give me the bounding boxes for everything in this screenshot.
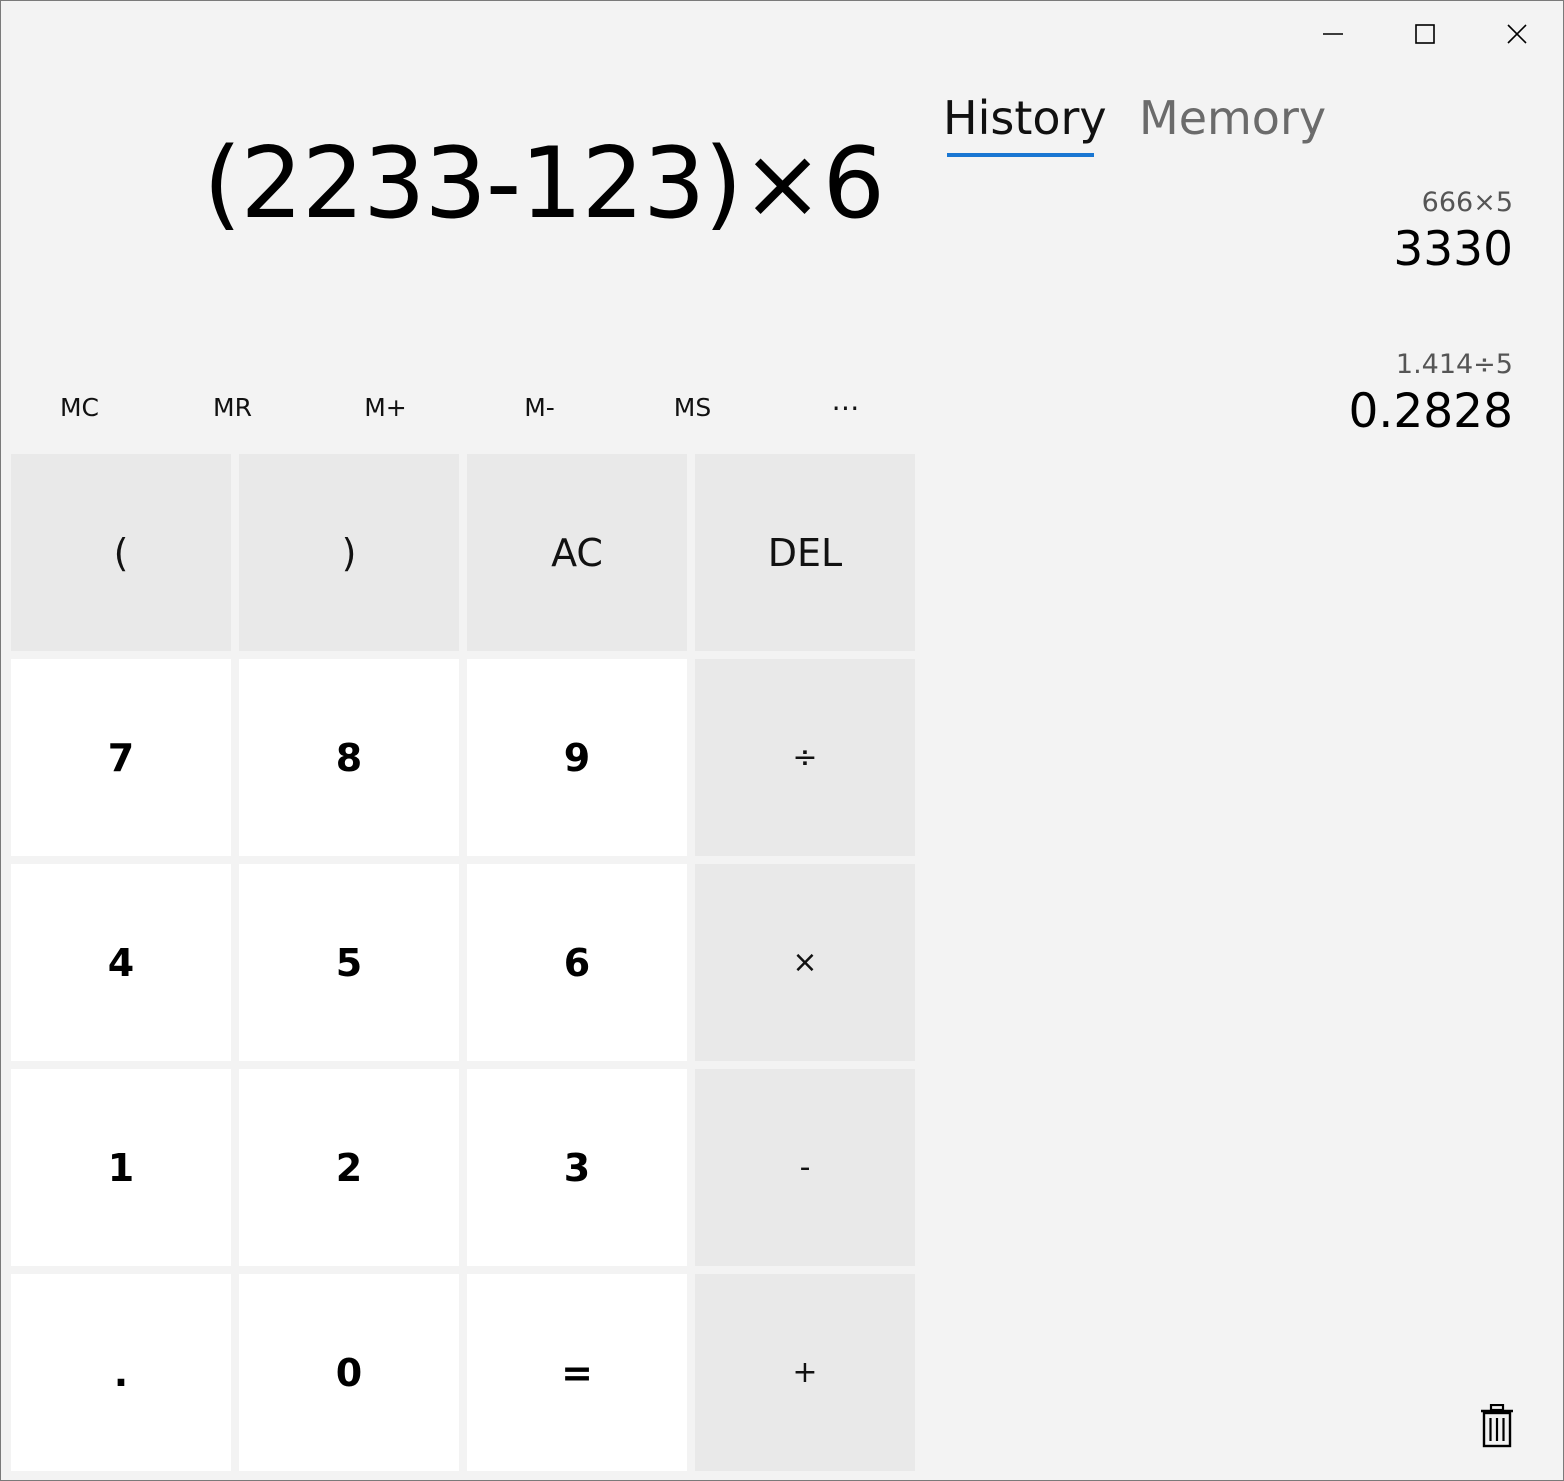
digit-8-key[interactable]: 8 <box>239 659 459 856</box>
divide-key[interactable]: ÷ <box>695 659 915 856</box>
minimize-button[interactable] <box>1287 1 1379 67</box>
tab-history[interactable]: History <box>943 85 1107 155</box>
digit-5-key[interactable]: 5 <box>239 864 459 1061</box>
maximize-icon <box>1415 24 1435 44</box>
calculator-window: (2233-123)×6 MC MR M+ M- MS ⋯ ( ) AC DEL… <box>0 0 1564 1481</box>
decimal-point-key[interactable]: . <box>11 1274 231 1471</box>
open-paren-key[interactable]: ( <box>11 454 231 651</box>
history-result: 0.2828 <box>1348 384 1513 439</box>
add-key[interactable]: + <box>695 1274 915 1471</box>
digit-3-key[interactable]: 3 <box>467 1069 687 1266</box>
history-item[interactable]: 1.414÷5 0.2828 <box>1349 349 1513 439</box>
active-tab-indicator <box>947 153 1094 157</box>
clear-history-button[interactable] <box>1473 1399 1521 1453</box>
keypad: ( ) AC DEL 7 8 9 ÷ 4 5 6 × 1 2 3 - . 0 =… <box>11 454 916 1471</box>
memory-recall-button[interactable]: MR <box>156 377 309 437</box>
all-clear-key[interactable]: AC <box>467 454 687 651</box>
minimize-icon <box>1323 33 1343 35</box>
memory-store-button[interactable]: MS <box>616 377 769 437</box>
history-expression: 1.414÷5 <box>1395 349 1513 380</box>
digit-6-key[interactable]: 6 <box>467 864 687 1061</box>
history-result: 3330 <box>1393 222 1513 277</box>
multiply-key[interactable]: × <box>695 864 915 1061</box>
digit-9-key[interactable]: 9 <box>467 659 687 856</box>
close-paren-key[interactable]: ) <box>239 454 459 651</box>
close-icon <box>1507 24 1527 44</box>
digit-7-key[interactable]: 7 <box>11 659 231 856</box>
subtract-key[interactable]: - <box>695 1069 915 1266</box>
memory-clear-button[interactable]: MC <box>3 377 156 437</box>
digit-2-key[interactable]: 2 <box>239 1069 459 1266</box>
delete-key[interactable]: DEL <box>695 454 915 651</box>
digit-1-key[interactable]: 1 <box>11 1069 231 1266</box>
memory-toolbar: MC MR M+ M- MS ⋯ <box>3 377 923 437</box>
expression-display: (2233-123)×6 <box>203 127 885 241</box>
more-options-button[interactable]: ⋯ <box>770 377 923 437</box>
memory-subtract-button[interactable]: M- <box>463 377 616 437</box>
memory-add-button[interactable]: M+ <box>309 377 462 437</box>
maximize-button[interactable] <box>1379 1 1471 67</box>
digit-4-key[interactable]: 4 <box>11 864 231 1061</box>
history-item[interactable]: 666×5 3330 <box>1393 187 1513 277</box>
close-button[interactable] <box>1471 1 1563 67</box>
digit-0-key[interactable]: 0 <box>239 1274 459 1471</box>
equals-key[interactable]: = <box>467 1274 687 1471</box>
trash-icon <box>1481 1404 1513 1448</box>
history-expression: 666×5 <box>1421 187 1513 218</box>
tab-memory[interactable]: Memory <box>1139 85 1326 155</box>
